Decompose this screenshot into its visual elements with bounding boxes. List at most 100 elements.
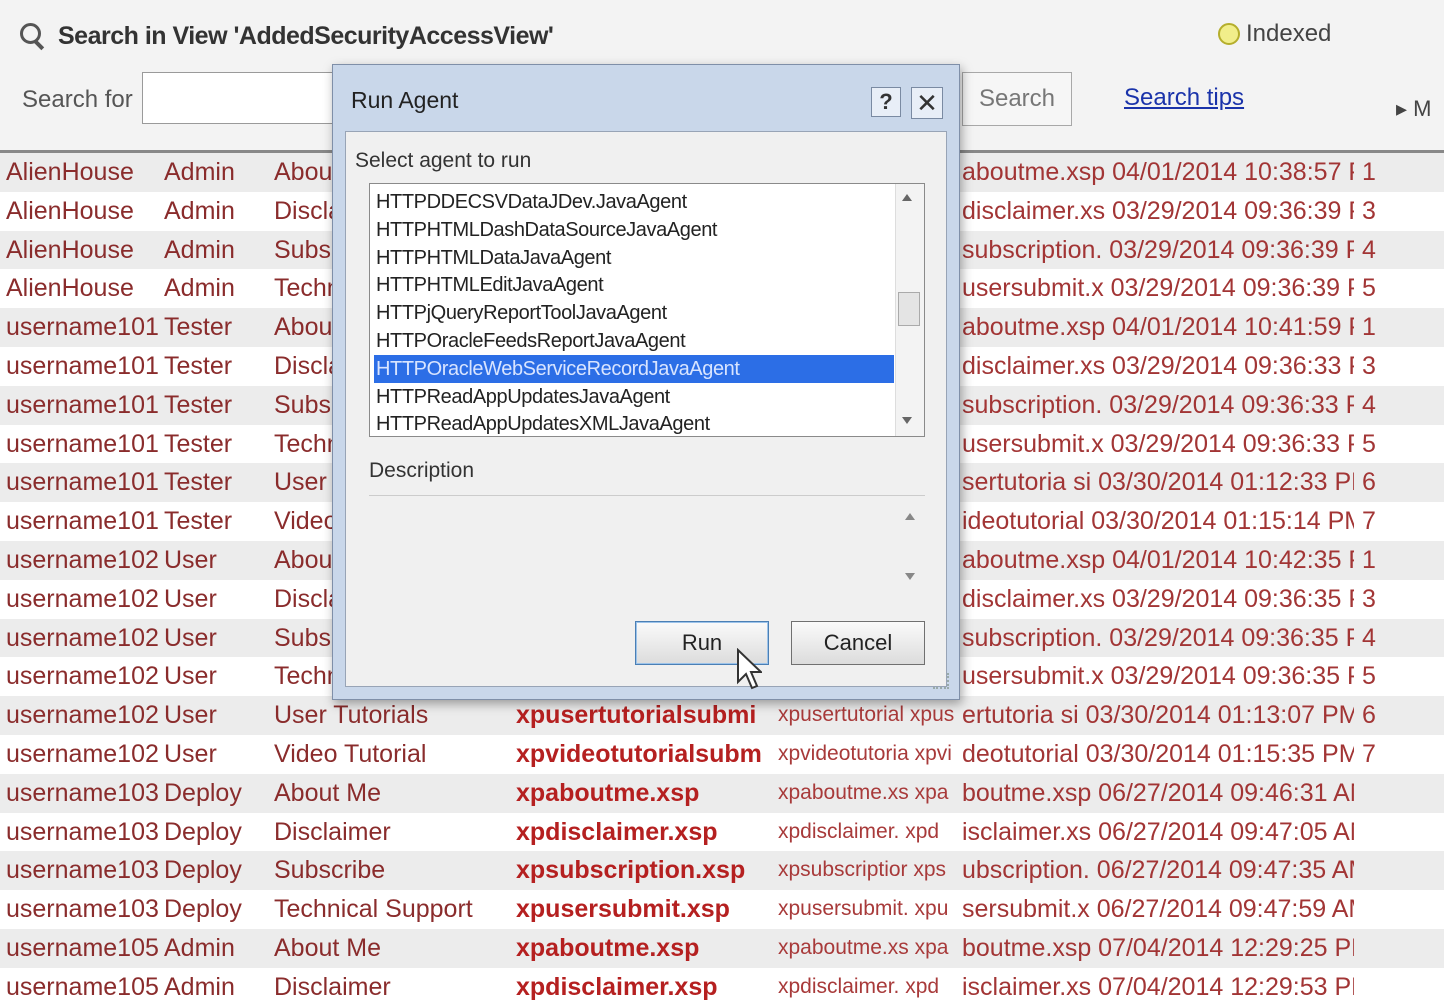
cell-page: xpaboutme.xsp <box>516 933 700 962</box>
agent-list-item[interactable]: HTTPjQueryReportToolJavaAgent <box>374 299 894 327</box>
cell-user: username105 <box>6 972 158 1001</box>
cell-role: Admin <box>164 933 235 962</box>
cell-page: xpdisclaimer.xsp <box>516 972 718 1001</box>
cell-user: username101 <box>6 507 158 536</box>
cell-user: username102 <box>6 545 158 574</box>
agent-list-item[interactable]: HTTPReadAppUpdatesXMLJavaAgent <box>374 410 894 436</box>
cell-details: deotutorial 03/30/2014 01:15:35 PM <box>962 739 1354 768</box>
cell-role: Admin <box>164 274 235 303</box>
cell-role: User <box>164 662 217 691</box>
cell-title: Technical Support <box>274 895 473 924</box>
agent-list-item[interactable]: HTTPOracleFeedsReportJavaAgent <box>374 327 894 355</box>
cell-role: Admin <box>164 235 235 264</box>
scroll-thumb[interactable] <box>898 292 920 326</box>
cell-pages: xpdisclaimer. xpd <box>778 974 940 998</box>
resize-grip-icon[interactable] <box>933 673 949 689</box>
cell-role: Tester <box>164 351 233 380</box>
search-tips-link[interactable]: Search tips <box>1124 84 1244 112</box>
description-scroll-down-icon[interactable] <box>905 573 915 580</box>
cell-role: User <box>164 584 217 613</box>
cell-details: subscription. 03/29/2014 09:36:39 PM <box>962 235 1354 264</box>
cell-pages: xpaboutme.xs xpa <box>778 935 949 959</box>
agent-list-scrollbar[interactable] <box>895 184 924 436</box>
cell-role: User <box>164 701 217 730</box>
cell-details: aboutme.xsp 04/01/2014 10:42:35 PM <box>962 545 1354 574</box>
search-button[interactable]: Search <box>962 72 1072 126</box>
table-row[interactable]: username103 Deploy Disclaimer xpdisclaimer.… <box>0 813 1444 852</box>
cell-role: User <box>164 739 217 768</box>
cell-title: About Me <box>274 933 382 962</box>
cell-count: 6 <box>1362 468 1376 497</box>
cell-title: Disclaimer <box>274 972 391 1001</box>
cell-details: ertutoria si 03/30/2014 01:13:07 PM <box>962 701 1354 730</box>
cell-details: isclaimer.xs 07/04/2014 12:29:53 PM <box>962 972 1354 1001</box>
cell-page: xpusersubmit.xsp <box>516 895 730 924</box>
cell-count: 4 <box>1362 390 1376 419</box>
cell-user: username102 <box>6 701 158 730</box>
close-button[interactable]: ✕ <box>911 87 943 119</box>
table-row[interactable]: username105 Admin About Me xpaboutme.xsp xpa… <box>0 928 1444 968</box>
cell-pages: xpaboutme.xs xpa <box>778 780 949 804</box>
cell-details: boutme.xsp 06/27/2014 09:46:31 AM <box>962 778 1354 807</box>
cell-count: 4 <box>1362 235 1376 264</box>
scroll-up-icon[interactable] <box>902 194 912 201</box>
cell-role: Tester <box>164 313 233 342</box>
cell-role: Admin <box>164 196 235 225</box>
agent-list-item[interactable]: HTTPReadAppUpdatesJavaAgent <box>374 383 894 411</box>
help-button[interactable]: ? <box>871 87 901 117</box>
agent-list-item[interactable]: HTTPOracleWebServiceRecordJavaAgent <box>374 354 894 383</box>
cell-details: ubscription. 06/27/2014 09:47:35 AM <box>962 856 1354 885</box>
agent-list-item[interactable]: HTTPHTMLDataJavaAgent <box>374 244 894 272</box>
indexed-label: Indexed <box>1246 20 1332 47</box>
table-row[interactable]: username102 User User Tutorials xpusertutor… <box>0 696 1444 735</box>
cell-page: xpusertutorialsubmi <box>516 701 757 730</box>
more-link[interactable]: ▸ M <box>1396 96 1431 122</box>
search-input[interactable] <box>142 72 342 124</box>
cell-user: username103 <box>6 895 158 924</box>
cell-count: 6 <box>1362 701 1376 730</box>
cell-user: username102 <box>6 623 158 652</box>
table-row[interactable]: username103 Deploy Subscribe xpsubscription… <box>0 851 1444 891</box>
agent-list-item[interactable]: HTTPHTMLEditJavaAgent <box>374 271 894 299</box>
cell-details: usersubmit.x 03/29/2014 09:36:33 PM <box>962 429 1354 458</box>
agent-list-item[interactable]: HTTPHTMLDashDataSourceJavaAgent <box>374 216 894 244</box>
cell-details: boutme.xsp 07/04/2014 12:29:25 PM <box>962 933 1354 962</box>
cell-user: username101 <box>6 468 158 497</box>
cell-count: 4 <box>1362 623 1376 652</box>
cell-details: ideotutorial 03/30/2014 01:15:14 PM <box>962 507 1354 536</box>
cell-role: Deploy <box>164 778 242 807</box>
table-row[interactable]: username105 Admin Disclaimer xpdisclaimer.x… <box>0 968 1444 1007</box>
table-row[interactable]: username103 Deploy About Me xpaboutme.xsp xp… <box>0 773 1444 813</box>
cell-details: disclaimer.xs 03/29/2014 09:36:33 PM <box>962 351 1354 380</box>
cell-count: 5 <box>1362 429 1376 458</box>
cell-title: Subscribe <box>274 856 386 885</box>
view-title: Search in View 'AddedSecurityAccessView' <box>58 21 554 50</box>
cell-details: sertutoria si 03/30/2014 01:12:33 PM <box>962 468 1354 497</box>
cell-user: username101 <box>6 429 158 458</box>
cell-user: username103 <box>6 817 158 846</box>
agent-list-item[interactable]: HTTPDDECSVDataJDev.JavaAgent <box>374 188 894 216</box>
scroll-down-icon[interactable] <box>902 417 912 424</box>
cell-page: xpsubscription.xsp <box>516 856 746 885</box>
cell-count: 3 <box>1362 196 1376 225</box>
cell-role: Deploy <box>164 895 242 924</box>
cell-details: usersubmit.x 03/29/2014 09:36:39 PM <box>962 274 1354 303</box>
cell-user: AlienHouse <box>6 274 134 303</box>
cell-title: About Me <box>274 778 382 807</box>
description-scroll-up-icon[interactable] <box>905 513 915 520</box>
cell-count: 1 <box>1362 158 1376 186</box>
search-for-label: Search for <box>22 86 133 113</box>
dialog-title: Run Agent <box>351 87 459 113</box>
cell-details: usersubmit.x 03/29/2014 09:36:35 PM <box>962 662 1354 691</box>
description-box <box>369 501 925 613</box>
indexed-status-icon <box>1218 23 1240 45</box>
table-row[interactable]: username103 Deploy Technical Support xpuser… <box>0 890 1444 929</box>
table-row[interactable]: username102 User Video Tutorial xpvideotuto… <box>0 735 1444 774</box>
cell-details: aboutme.xsp 04/01/2014 10:41:59 PM <box>962 313 1354 342</box>
cell-user: username102 <box>6 739 158 768</box>
cancel-button[interactable]: Cancel <box>791 621 925 665</box>
agent-listbox[interactable]: HTTPDDECSVDataJDev.JavaAgent HTTPHTMLDash… <box>369 183 925 437</box>
description-divider <box>369 495 925 496</box>
cell-count: 7 <box>1362 507 1376 536</box>
run-agent-dialog: Run Agent ? ✕ Select agent to run HTTPDD… <box>332 64 960 700</box>
